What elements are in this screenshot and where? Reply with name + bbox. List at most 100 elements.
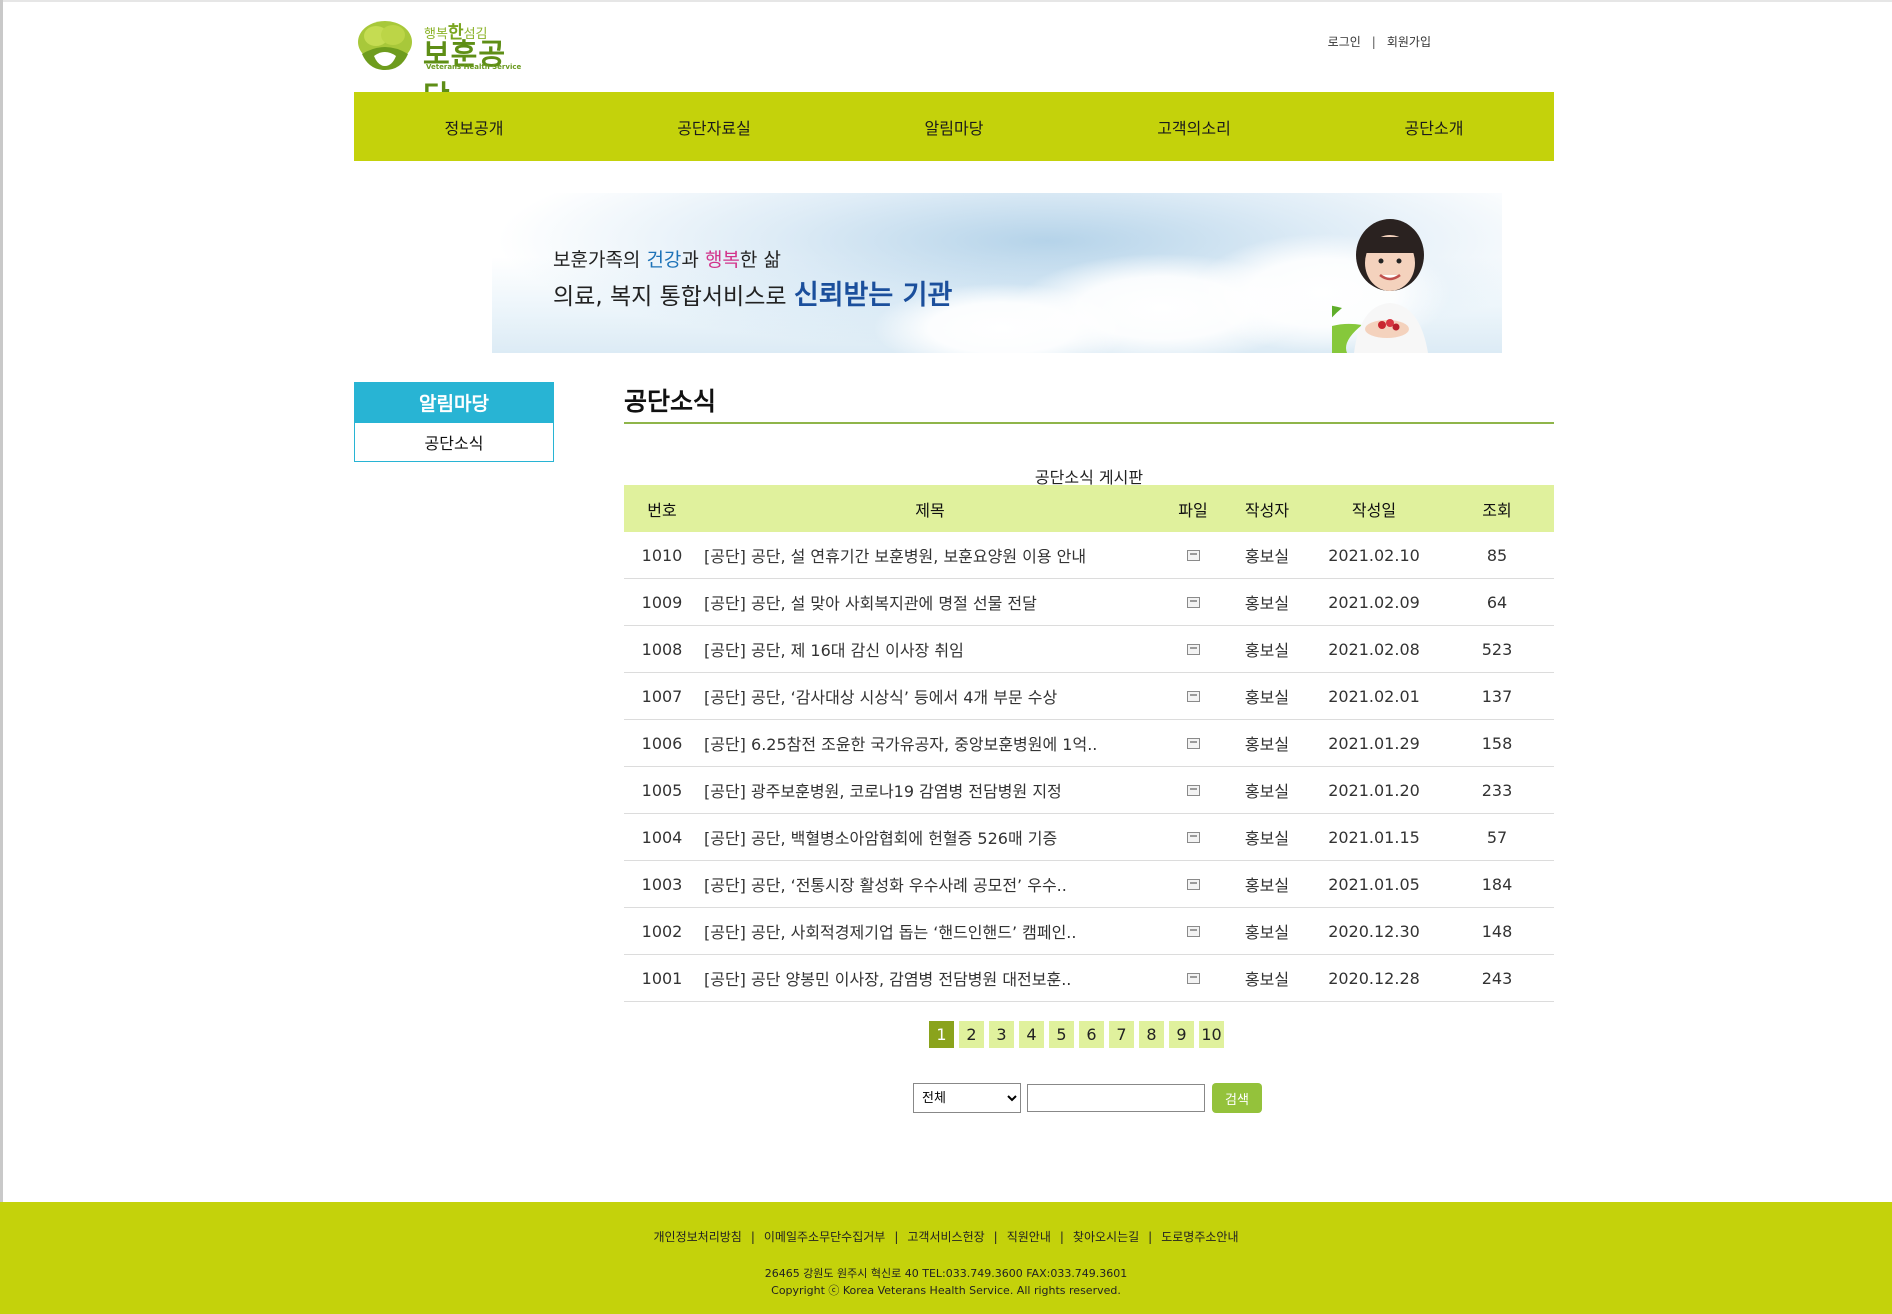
row-writer: 홍보실 xyxy=(1226,625,1308,673)
row-file[interactable] xyxy=(1160,672,1226,720)
logo-subtitle: Veterans Health Service xyxy=(426,63,522,71)
footer-link-privacy[interactable]: 개인정보처리방침 xyxy=(654,1230,742,1244)
footer-separator: | xyxy=(894,1230,899,1244)
page-link-7[interactable]: 7 xyxy=(1109,1021,1134,1048)
row-views: 184 xyxy=(1440,860,1554,908)
search-bar: 전체 검색 xyxy=(913,1083,1262,1113)
top-border xyxy=(0,0,1892,2)
banner-child-image xyxy=(1332,219,1428,353)
sidebar-title: 알림마당 xyxy=(354,382,554,423)
row-number: 1001 xyxy=(624,954,700,1002)
nav-item-info-disclosure[interactable]: 정보공개 xyxy=(354,92,594,161)
table-row: 1010 [공단] 공단, 설 연휴기간 보훈병원, 보훈요양원 이용 안내 홍… xyxy=(624,532,1554,579)
sidebar-item-news[interactable]: 공단소식 xyxy=(354,423,554,462)
search-input[interactable] xyxy=(1027,1084,1205,1112)
login-link[interactable]: 로그인 xyxy=(1328,33,1361,50)
row-subject-link[interactable]: [공단] 공단 양봉민 이사장, 감염병 전담병원 대전보훈.. xyxy=(700,954,1160,1002)
row-file[interactable] xyxy=(1160,813,1226,861)
row-date: 2021.02.10 xyxy=(1308,532,1440,579)
file-icon xyxy=(1186,878,1200,890)
column-header-date: 작성일 xyxy=(1308,485,1440,532)
footer: 개인정보처리방침 | 이메일주소무단수집거부 | 고객서비스헌장 | 직원안내 | 찾아오시는길… xyxy=(0,1202,1892,1314)
row-writer: 홍보실 xyxy=(1226,954,1308,1002)
title-divider xyxy=(624,422,1554,424)
row-file[interactable] xyxy=(1160,860,1226,908)
footer-link-directions[interactable]: 찾아오시는길 xyxy=(1073,1230,1139,1244)
footer-link-service-charter[interactable]: 고객서비스헌장 xyxy=(907,1230,984,1244)
row-views: 243 xyxy=(1440,954,1554,1002)
row-writer: 홍보실 xyxy=(1226,813,1308,861)
page-link-4[interactable]: 4 xyxy=(1019,1021,1044,1048)
row-number: 1008 xyxy=(624,625,700,673)
nav-item-archive[interactable]: 공단자료실 xyxy=(594,92,834,161)
site-logo[interactable]: 행복한섬김 보훈공단 Veterans Health Service xyxy=(356,18,526,113)
row-number: 1002 xyxy=(624,907,700,955)
table-row: 1002 [공단] 공단, 사회적경제기업 돕는 ‘핸드인핸드’ 캠페인.. 홍… xyxy=(624,907,1554,955)
page-link-5[interactable]: 5 xyxy=(1049,1021,1074,1048)
row-file[interactable] xyxy=(1160,907,1226,955)
row-views: 158 xyxy=(1440,719,1554,767)
page-title: 공단소식 xyxy=(624,387,717,416)
footer-separator: | xyxy=(1148,1230,1153,1244)
column-header-views: 조회 xyxy=(1440,485,1554,532)
search-button[interactable]: 검색 xyxy=(1212,1083,1262,1113)
footer-link-email-policy[interactable]: 이메일주소무단수집거부 xyxy=(764,1230,885,1244)
row-subject-link[interactable]: [공단] 공단, 설 연휴기간 보훈병원, 보훈요양원 이용 안내 xyxy=(700,532,1160,579)
column-header-subject: 제목 xyxy=(700,485,1160,532)
page-link-3[interactable]: 3 xyxy=(989,1021,1014,1048)
file-icon xyxy=(1186,972,1200,984)
row-number: 1004 xyxy=(624,813,700,861)
left-border xyxy=(0,0,3,1314)
row-date: 2021.01.20 xyxy=(1308,766,1440,814)
row-date: 2021.01.15 xyxy=(1308,813,1440,861)
row-subject-link[interactable]: [공단] 6.25참전 조윤한 국가유공자, 중앙보훈병원에 1억.. xyxy=(700,719,1160,767)
table-row: 1008 [공단] 공단, 제 16대 감신 이사장 취임 홍보실 2021.0… xyxy=(624,625,1554,673)
row-number: 1003 xyxy=(624,860,700,908)
page-link-1[interactable]: 1 xyxy=(929,1021,954,1048)
row-subject-link[interactable]: [공단] 광주보훈병원, 코로나19 감염병 전담병원 지정 xyxy=(700,766,1160,814)
row-date: 2021.01.29 xyxy=(1308,719,1440,767)
main-banner: 보훈가족의 건강과 행복한 삶 의료, 복지 통합서비스로 신뢰받는 기관 xyxy=(492,193,1502,353)
page-link-6[interactable]: 6 xyxy=(1079,1021,1104,1048)
search-scope-select[interactable]: 전체 xyxy=(913,1083,1021,1113)
logo-tree-icon xyxy=(358,21,412,70)
table-header-row: 번호 제목 파일 작성자 작성일 조회 xyxy=(624,485,1554,532)
row-file[interactable] xyxy=(1160,532,1226,579)
row-writer: 홍보실 xyxy=(1226,907,1308,955)
nav-item-notice[interactable]: 알림마당 xyxy=(834,92,1074,161)
row-file[interactable] xyxy=(1160,578,1226,626)
signup-link[interactable]: 회원가입 xyxy=(1387,33,1431,50)
row-file[interactable] xyxy=(1160,954,1226,1002)
banner-subheadline: 의료, 복지 통합서비스로 신뢰받는 기관 xyxy=(553,280,953,311)
footer-separator: | xyxy=(993,1230,998,1244)
row-date: 2021.02.09 xyxy=(1308,578,1440,626)
file-icon xyxy=(1186,784,1200,796)
row-file[interactable] xyxy=(1160,719,1226,767)
table-row: 1007 [공단] 공단, ‘감사대상 시상식’ 등에서 4개 부문 수상 홍보… xyxy=(624,672,1554,720)
utility-links: 로그인 | 회원가입 xyxy=(1328,33,1431,50)
row-subject-link[interactable]: [공단] 공단, 사회적경제기업 돕는 ‘핸드인핸드’ 캠페인.. xyxy=(700,907,1160,955)
file-icon xyxy=(1186,831,1200,843)
row-subject-link[interactable]: [공단] 공단, 백혈병소아암협회에 헌혈증 526매 기증 xyxy=(700,813,1160,861)
row-file[interactable] xyxy=(1160,766,1226,814)
row-file[interactable] xyxy=(1160,625,1226,673)
page-link-8[interactable]: 8 xyxy=(1139,1021,1164,1048)
page-link-10[interactable]: 10 xyxy=(1199,1021,1224,1048)
page-link-2[interactable]: 2 xyxy=(959,1021,984,1048)
row-subject-link[interactable]: [공단] 공단, ‘전통시장 활성화 우수사례 공모전’ 우수.. xyxy=(700,860,1160,908)
file-icon xyxy=(1186,925,1200,937)
row-subject-link[interactable]: [공단] 공단, 제 16대 감신 이사장 취임 xyxy=(700,625,1160,673)
main-nav: 정보공개 공단자료실 알림마당 고객의소리 공단소개 xyxy=(354,92,1554,161)
footer-link-staff[interactable]: 직원안내 xyxy=(1007,1230,1051,1244)
row-subject-link[interactable]: [공단] 공단, 설 맞아 사회복지관에 명절 선물 전달 xyxy=(700,578,1160,626)
page-link-9[interactable]: 9 xyxy=(1169,1021,1194,1048)
footer-separator: | xyxy=(1059,1230,1064,1244)
row-views: 148 xyxy=(1440,907,1554,955)
file-icon xyxy=(1186,690,1200,702)
footer-link-road-address[interactable]: 도로명주소안내 xyxy=(1161,1230,1238,1244)
row-subject-link[interactable]: [공단] 공단, ‘감사대상 시상식’ 등에서 4개 부문 수상 xyxy=(700,672,1160,720)
row-writer: 홍보실 xyxy=(1226,719,1308,767)
nav-item-about[interactable]: 공단소개 xyxy=(1314,92,1554,161)
row-number: 1005 xyxy=(624,766,700,814)
nav-item-customer-voice[interactable]: 고객의소리 xyxy=(1074,92,1314,161)
